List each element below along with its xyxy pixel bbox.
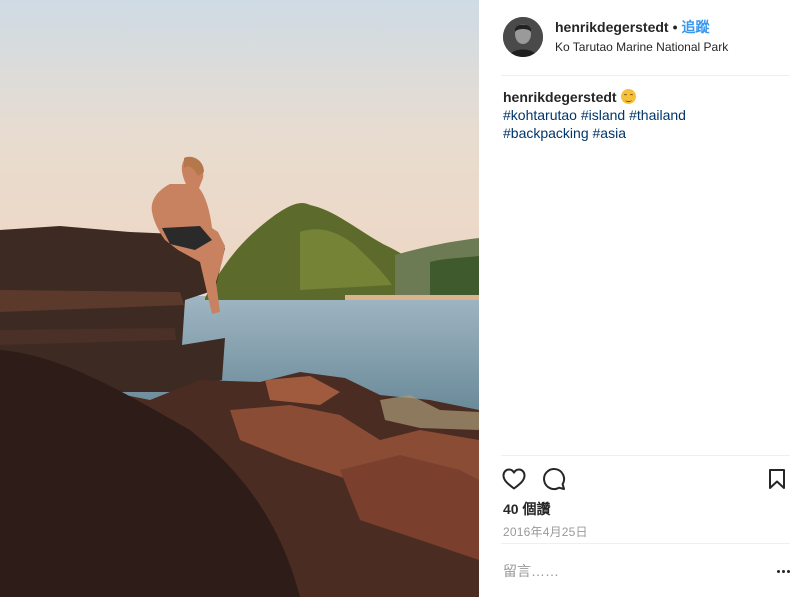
likes-count[interactable]: 40 個讚 (503, 499, 550, 519)
username-link[interactable]: henrikdegerstedt (555, 19, 669, 37)
caption: henrikdegerstedt #kohtarutao #island #th… (503, 88, 788, 142)
header-text: henrikdegerstedt • 追蹤 Ko Tarutao Marine … (555, 19, 728, 55)
heart-icon (502, 468, 526, 490)
more-options-button[interactable] (766, 559, 790, 583)
bookmark-icon (769, 469, 785, 489)
hashtag-backpacking[interactable]: #backpacking (503, 125, 589, 141)
action-bar (501, 466, 790, 492)
ellipsis-icon (777, 569, 780, 573)
post-container: henrikdegerstedt • 追蹤 Ko Tarutao Marine … (0, 0, 812, 597)
comment-icon (543, 468, 566, 491)
user-line: henrikdegerstedt • 追蹤 (555, 19, 728, 37)
smiling-face-emoji-icon (620, 89, 636, 104)
profile-photo-icon (503, 17, 543, 57)
follow-button[interactable]: 追蹤 (682, 19, 710, 37)
header-divider (501, 75, 790, 76)
separator-dot: • (672, 19, 678, 36)
like-button[interactable] (501, 466, 527, 492)
post-photo[interactable] (0, 0, 479, 597)
comment-button[interactable] (541, 466, 567, 492)
actions-divider (501, 455, 790, 456)
hashtag-asia[interactable]: #asia (593, 125, 626, 141)
location-link[interactable]: Ko Tarutao Marine National Park (555, 40, 728, 55)
save-button[interactable] (764, 466, 790, 492)
photo-illustration (0, 0, 479, 597)
post-date[interactable]: 2016年4月25日 (503, 523, 588, 540)
hashtag-thailand[interactable]: #thailand (629, 107, 686, 123)
hashtag-kohtarutao[interactable]: #kohtarutao (503, 107, 577, 123)
post-sidebar: henrikdegerstedt • 追蹤 Ko Tarutao Marine … (479, 0, 812, 597)
comment-divider (501, 543, 790, 544)
comment-input[interactable] (501, 563, 766, 579)
caption-username[interactable]: henrikdegerstedt (503, 89, 617, 105)
comment-row (501, 556, 790, 586)
hashtag-island[interactable]: #island (581, 107, 625, 123)
post-header: henrikdegerstedt • 追蹤 Ko Tarutao Marine … (503, 17, 790, 57)
avatar[interactable] (503, 17, 543, 57)
